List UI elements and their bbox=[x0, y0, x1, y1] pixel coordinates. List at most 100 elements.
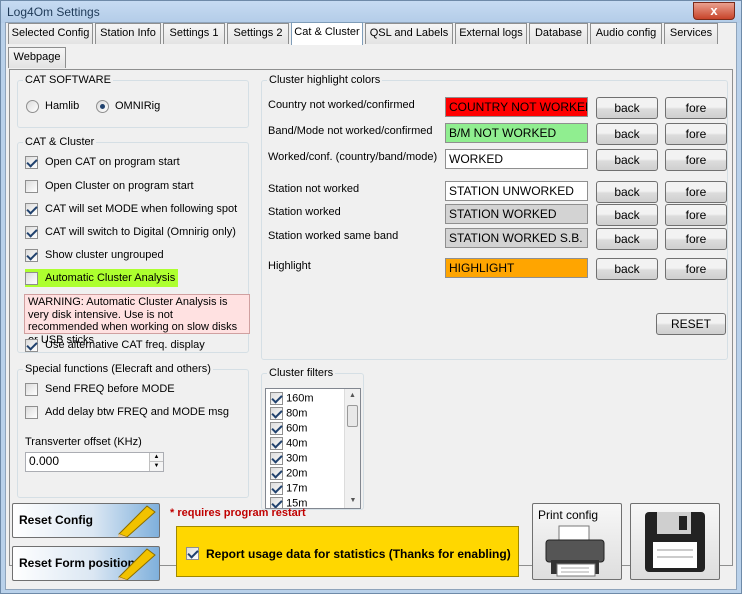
cat-software-group: CAT SOFTWARE Hamlib OMNIRig bbox=[17, 74, 249, 128]
hl-row-1-fore-button[interactable]: fore bbox=[665, 123, 727, 145]
hl-row-5-back-button[interactable]: back bbox=[596, 228, 658, 250]
cluster-filters-title: Cluster filters bbox=[267, 367, 336, 379]
send-freq-checkbox[interactable] bbox=[25, 383, 38, 396]
cat-digital-checkbox[interactable] bbox=[25, 226, 38, 239]
list-item[interactable]: 60m bbox=[270, 422, 307, 435]
hl-row-6-back-button[interactable]: back bbox=[596, 258, 658, 280]
list-scrollbar[interactable]: ▲ ▼ bbox=[344, 389, 360, 508]
tab-cat-cluster[interactable]: Cat & Cluster bbox=[291, 22, 363, 45]
hl-row-0-sample: COUNTRY NOT WORKED bbox=[445, 97, 588, 117]
band-label: 60m bbox=[286, 422, 308, 435]
hl-row-0-back-button[interactable]: back bbox=[596, 97, 658, 119]
auto-analysis-label: Automatic Cluster Analysis bbox=[45, 272, 176, 284]
hl-row-5-fore-button[interactable]: fore bbox=[665, 228, 727, 250]
client-area: Selected Config Station Info Settings 1 … bbox=[5, 22, 737, 590]
reset-form-positions-button[interactable]: Reset Form positions bbox=[12, 546, 160, 581]
band-checkbox[interactable] bbox=[270, 392, 283, 405]
reset-config-label: Reset Config bbox=[19, 513, 94, 527]
band-checkbox[interactable] bbox=[270, 407, 283, 420]
highlight-reset-button[interactable]: RESET bbox=[656, 313, 726, 335]
cat-cluster-title: CAT & Cluster bbox=[23, 136, 97, 148]
cat-set-mode-checkbox[interactable] bbox=[25, 203, 38, 216]
spin-buttons[interactable]: ▲ ▼ bbox=[149, 453, 163, 471]
cluster-ungrouped-checkbox[interactable] bbox=[25, 249, 38, 262]
pencil-icon bbox=[118, 548, 156, 580]
pencil-icon bbox=[118, 505, 156, 537]
list-item[interactable]: 40m bbox=[270, 437, 307, 450]
hl-row-4-back-button[interactable]: back bbox=[596, 204, 658, 226]
tab-services[interactable]: Services bbox=[664, 23, 718, 44]
band-checkbox[interactable] bbox=[270, 452, 283, 465]
close-button[interactable]: x bbox=[693, 2, 735, 20]
auto-analysis-checkbox[interactable] bbox=[25, 272, 38, 285]
tab-database[interactable]: Database bbox=[529, 23, 588, 44]
list-item[interactable]: 20m bbox=[270, 467, 307, 480]
window-title: Log4Om Settings bbox=[7, 5, 100, 19]
tab-audio-config[interactable]: Audio config bbox=[590, 23, 662, 44]
spin-up-icon[interactable]: ▲ bbox=[150, 453, 163, 462]
hl-row-2-fore-button[interactable]: fore bbox=[665, 149, 727, 171]
band-label: 17m bbox=[286, 482, 308, 495]
hamlib-radio[interactable] bbox=[26, 100, 39, 113]
band-checkbox[interactable] bbox=[270, 482, 283, 495]
print-config-button[interactable]: Print config bbox=[532, 503, 622, 580]
open-cluster-checkbox[interactable] bbox=[25, 180, 38, 193]
close-icon: x bbox=[710, 3, 718, 18]
add-delay-checkbox[interactable] bbox=[25, 406, 38, 419]
list-item[interactable]: 30m bbox=[270, 452, 307, 465]
scroll-down-icon[interactable]: ▼ bbox=[345, 494, 360, 508]
hl-row-1-label: Band/Mode not worked/confirmed bbox=[268, 125, 433, 137]
hl-row-2-back-button[interactable]: back bbox=[596, 149, 658, 171]
title-bar[interactable]: Log4Om Settings x bbox=[1, 1, 741, 23]
hl-row-6-fore-button[interactable]: fore bbox=[665, 258, 727, 280]
hl-row-1-back-button[interactable]: back bbox=[596, 123, 658, 145]
tab-station-info[interactable]: Station Info bbox=[95, 23, 161, 44]
scroll-up-icon[interactable]: ▲ bbox=[345, 389, 360, 403]
restart-note: * requires program restart bbox=[170, 507, 306, 519]
cluster-filters-group: Cluster filters 160m 80m 60m 40m 30m 20m… bbox=[261, 367, 364, 510]
tab-webpage[interactable]: Webpage bbox=[8, 47, 66, 68]
send-freq-label: Send FREQ before MODE bbox=[45, 383, 175, 395]
tab-selected-config[interactable]: Selected Config bbox=[8, 23, 93, 44]
band-checkbox[interactable] bbox=[270, 437, 283, 450]
tab-qsl-labels[interactable]: QSL and Labels bbox=[365, 23, 453, 44]
band-label: 20m bbox=[286, 467, 308, 480]
report-usage-checkbox[interactable] bbox=[186, 547, 199, 560]
hl-row-3-back-button[interactable]: back bbox=[596, 181, 658, 203]
hl-row-4-fore-button[interactable]: fore bbox=[665, 204, 727, 226]
tab-settings-2[interactable]: Settings 2 bbox=[227, 23, 289, 44]
spin-down-icon[interactable]: ▼ bbox=[150, 462, 163, 470]
tab-page-cat-cluster: CAT SOFTWARE Hamlib OMNIRig CAT & Cluste… bbox=[9, 69, 733, 566]
scroll-thumb[interactable] bbox=[347, 405, 358, 427]
hl-row-5-label: Station worked same band bbox=[268, 230, 399, 242]
alt-cat-checkbox[interactable] bbox=[25, 339, 38, 352]
highlight-colors-group: Cluster highlight colors Country not wor… bbox=[261, 74, 728, 360]
reset-config-button[interactable]: Reset Config bbox=[12, 503, 160, 538]
list-item[interactable]: 17m bbox=[270, 482, 307, 495]
band-filter-list[interactable]: 160m 80m 60m 40m 30m 20m 17m 15m ▲ ▼ bbox=[265, 388, 361, 509]
special-functions-title: Special functions (Elecraft and others) bbox=[23, 363, 213, 375]
list-item[interactable]: 160m bbox=[270, 392, 314, 405]
hl-row-2-label: Worked/conf. (country/band/mode) bbox=[268, 151, 438, 163]
list-item[interactable]: 80m bbox=[270, 407, 307, 420]
hl-row-6-label: Highlight bbox=[268, 260, 311, 272]
hl-row-4-label: Station worked bbox=[268, 206, 341, 218]
hl-row-0-fore-button[interactable]: fore bbox=[665, 97, 727, 119]
highlight-colors-title: Cluster highlight colors bbox=[267, 74, 383, 86]
tab-external-logs[interactable]: External logs bbox=[455, 23, 527, 44]
transverter-offset-input[interactable]: 0.000 ▲ ▼ bbox=[25, 452, 164, 472]
hl-row-3-label: Station not worked bbox=[268, 183, 360, 195]
save-config-button[interactable] bbox=[630, 503, 720, 580]
hl-row-5-sample: STATION WORKED S.B. bbox=[445, 228, 588, 248]
band-label: 40m bbox=[286, 437, 308, 450]
band-label: 80m bbox=[286, 407, 308, 420]
hl-row-3-fore-button[interactable]: fore bbox=[665, 181, 727, 203]
band-checkbox[interactable] bbox=[270, 467, 283, 480]
cat-cluster-group: CAT & Cluster Open CAT on program start … bbox=[17, 136, 250, 353]
hl-row-2-sample: WORKED bbox=[445, 149, 588, 169]
band-checkbox[interactable] bbox=[270, 422, 283, 435]
band-label: 160m bbox=[286, 392, 314, 405]
omnirig-radio[interactable] bbox=[96, 100, 109, 113]
tab-settings-1[interactable]: Settings 1 bbox=[163, 23, 225, 44]
open-cat-checkbox[interactable] bbox=[25, 156, 38, 169]
